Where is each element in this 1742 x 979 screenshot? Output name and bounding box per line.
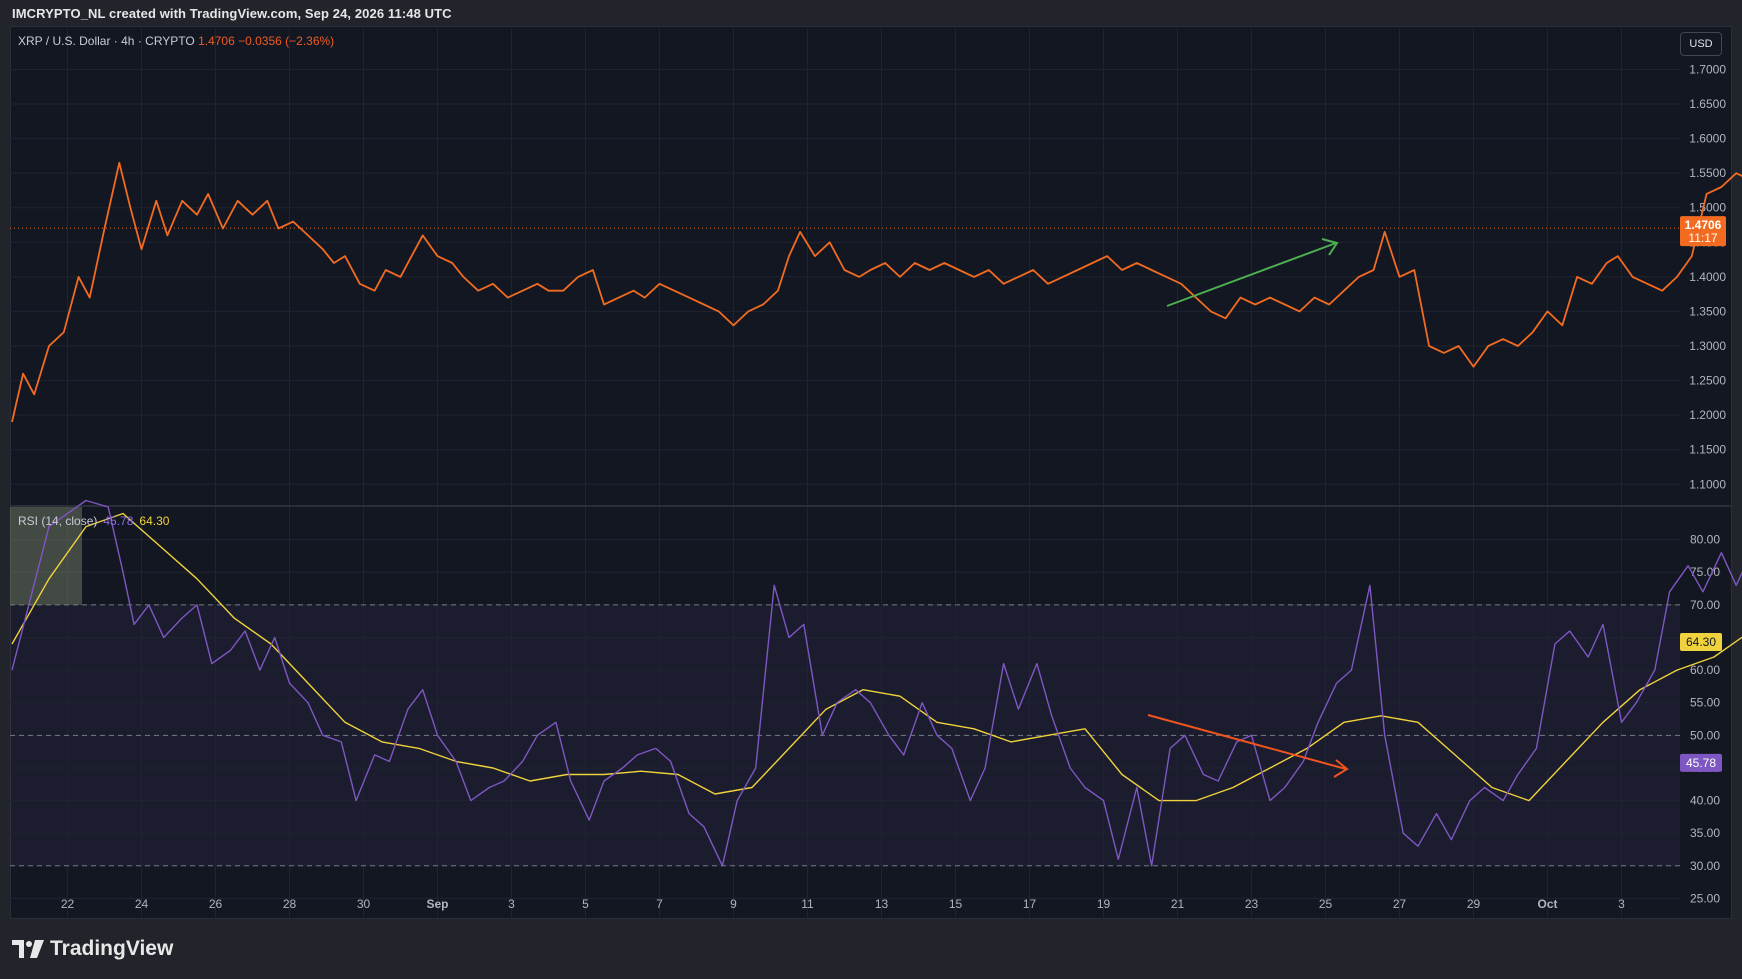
rsi-tick-label: 40.00 bbox=[1690, 794, 1720, 808]
rsi-header: RSI (14, close) 45.78 64.30 bbox=[18, 514, 169, 528]
price-change: −0.0356 (−2.36%) bbox=[238, 34, 335, 48]
x-tick-label: 5 bbox=[582, 897, 589, 911]
x-tick-label: 30 bbox=[357, 897, 371, 911]
chart-svg[interactable]: 22 24 26 28 30 Sep 3 5 7 9 11 13 15 17 19 21 23 25 27 29 Oct… bbox=[0, 0, 1742, 979]
x-tick-label: 24 bbox=[135, 897, 149, 911]
x-tick-label: 21 bbox=[1171, 897, 1185, 911]
rsi-value: 45.78 bbox=[103, 514, 134, 528]
rsi-tag-text: 45.78 bbox=[1686, 756, 1716, 770]
symbol-title: XRP / U.S. Dollar · 4h · CRYPTO bbox=[18, 34, 195, 48]
price-tag-countdown: 11:17 bbox=[1688, 231, 1717, 245]
x-tick-label: 23 bbox=[1245, 897, 1259, 911]
x-tick-label: 22 bbox=[61, 897, 75, 911]
rsi-tick-label: 30.00 bbox=[1690, 859, 1720, 873]
x-tick-label: 15 bbox=[949, 897, 963, 911]
rsi-tick-label: 60.00 bbox=[1690, 663, 1720, 677]
tradingview-name: TradingView bbox=[50, 937, 174, 960]
rsi-ma-tag-text: 64.30 bbox=[1686, 635, 1716, 649]
last-price: 1.4706 bbox=[198, 34, 235, 48]
price-tick-label: 1.7000 bbox=[1689, 62, 1726, 76]
x-tick-label: 11 bbox=[801, 897, 814, 911]
x-tick-label: 25 bbox=[1319, 897, 1333, 911]
x-tick-label: 3 bbox=[508, 897, 515, 911]
price-tick-label: 1.2000 bbox=[1689, 408, 1726, 422]
price-tick-label: 1.5500 bbox=[1689, 166, 1726, 180]
rsi-tick-label: 55.00 bbox=[1690, 696, 1720, 710]
x-tick-label: 17 bbox=[1023, 897, 1037, 911]
price-tick-label: 1.3000 bbox=[1689, 339, 1726, 353]
price-tick-label: 1.1500 bbox=[1689, 443, 1726, 457]
x-tick-label: 9 bbox=[730, 897, 737, 911]
price-tick-label: 1.4000 bbox=[1689, 270, 1726, 284]
price-tag-price: 1.4706 bbox=[1685, 218, 1722, 232]
x-tick-label: 27 bbox=[1393, 897, 1407, 911]
x-tick-label: Oct bbox=[1537, 897, 1557, 911]
tradingview-logo-icon bbox=[12, 940, 44, 958]
rsi-tick-label: 25.00 bbox=[1690, 891, 1720, 905]
x-tick-label: 13 bbox=[875, 897, 889, 911]
rsi-tick-label: 50.00 bbox=[1690, 728, 1720, 742]
price-tick-label: 1.1000 bbox=[1689, 477, 1726, 491]
x-tick-label: 28 bbox=[283, 897, 297, 911]
symbol-header: XRP / U.S. Dollar · 4h · CRYPTO 1.4706 −… bbox=[18, 34, 334, 48]
price-tick-label: 1.3500 bbox=[1689, 304, 1726, 318]
x-tick-label: 3 bbox=[1618, 897, 1625, 911]
price-tick-label: 1.6500 bbox=[1689, 97, 1726, 111]
rsi-tick-label: 80.00 bbox=[1690, 533, 1720, 547]
x-tick-label: 29 bbox=[1467, 897, 1481, 911]
x-tick-label: 7 bbox=[656, 897, 663, 911]
x-tick-label: 26 bbox=[209, 897, 223, 911]
price-tick-label: 1.6000 bbox=[1689, 132, 1726, 146]
tradingview-brand: TradingView bbox=[12, 937, 173, 961]
x-tick-label: 19 bbox=[1097, 897, 1111, 911]
rsi-tick-label: 70.00 bbox=[1690, 598, 1720, 612]
price-tick-label: 1.5000 bbox=[1689, 201, 1726, 215]
currency-button[interactable]: USD bbox=[1680, 32, 1722, 56]
rsi-ma-value: 64.30 bbox=[139, 514, 170, 528]
rsi-tick-label: 35.00 bbox=[1690, 826, 1720, 840]
price-tick-label: 1.2500 bbox=[1689, 374, 1726, 388]
rsi-label: RSI (14, close) bbox=[18, 514, 98, 528]
price-series-line bbox=[11, 161, 1742, 423]
x-tick-label: Sep bbox=[426, 897, 448, 911]
